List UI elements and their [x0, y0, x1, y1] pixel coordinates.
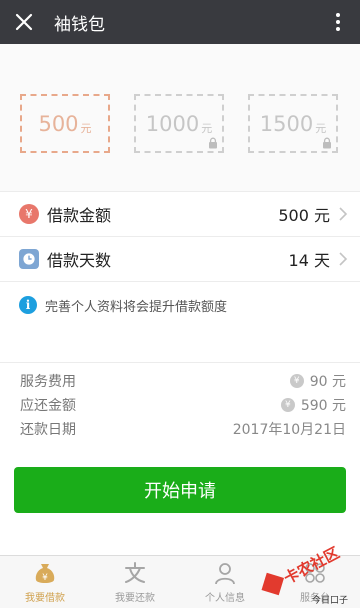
app-bar: 袖钱包	[0, 0, 360, 44]
info-icon: i	[19, 296, 37, 314]
amount-unit: 元	[80, 121, 92, 135]
chevron-right-icon	[339, 252, 348, 266]
bottom-tab-bar: ¥ 我要借款 我要还款 个人信息 服务台	[0, 555, 360, 608]
repay-icon	[125, 562, 145, 583]
tab-borrow[interactable]: ¥ 我要借款	[0, 556, 90, 608]
tab-label: 我要还款	[115, 593, 155, 604]
tip-text: 完善个人资料将会提升借款额度	[45, 299, 228, 315]
yen-icon: ¥	[19, 204, 39, 224]
chevron-right-icon	[339, 207, 348, 221]
tab-repay[interactable]: 我要还款	[90, 556, 180, 608]
amount-option-500[interactable]: 500 元	[20, 94, 110, 153]
service-fee-row: 服务费用 ¥ 90 元	[20, 369, 346, 393]
loan-days-value: 14 天	[288, 251, 330, 270]
amount-value: 1500	[259, 111, 314, 136]
watermark-source: 今日口子	[311, 596, 348, 606]
grid-icon	[305, 563, 325, 583]
person-icon	[215, 563, 235, 585]
loan-days-row[interactable]: 借款天数 14 天	[0, 237, 360, 282]
tab-label: 我要借款	[25, 593, 65, 604]
loan-amount-label: 借款金额	[47, 206, 112, 225]
repay-amount-label: 应还金额	[20, 398, 76, 414]
service-fee-value: 90 元	[309, 374, 346, 390]
close-button[interactable]	[12, 10, 36, 34]
amount-unit: 元	[201, 121, 213, 135]
app-title: 袖钱包	[54, 14, 105, 35]
svg-text:¥: ¥	[42, 573, 48, 583]
tab-label: 个人信息	[205, 593, 245, 604]
loan-amount-value: 500 元	[278, 206, 330, 225]
more-vertical-icon	[336, 13, 340, 31]
loan-days-label: 借款天数	[47, 251, 112, 270]
repay-date-value: 2017年10月21日	[232, 422, 346, 438]
clock-icon	[19, 249, 39, 269]
tab-profile[interactable]: 个人信息	[180, 556, 270, 608]
coin-icon: ¥	[289, 374, 304, 388]
amount-option-1000[interactable]: 1000 元	[134, 94, 224, 153]
lock-icon	[209, 137, 217, 149]
lock-icon	[323, 137, 331, 149]
repay-date-row: 还款日期 2017年10月21日	[20, 417, 346, 441]
amount-option-1500[interactable]: 1500 元	[248, 94, 338, 153]
loan-amount-row[interactable]: ¥ 借款金额 500 元	[0, 192, 360, 237]
amount-unit: 元	[315, 121, 327, 135]
repay-amount-value: 590 元	[300, 398, 346, 414]
start-apply-button[interactable]: 开始申请	[14, 467, 346, 513]
repay-amount-row: 应还金额 ¥ 590 元	[20, 393, 346, 417]
money-bag-icon: ¥	[35, 564, 55, 583]
amount-value: 500	[38, 111, 79, 136]
amount-value: 1000	[145, 111, 200, 136]
divider	[0, 328, 360, 363]
coin-icon: ¥	[280, 398, 295, 412]
profile-tip: i 完善个人资料将会提升借款额度	[0, 282, 360, 328]
amount-selector: 500 元 1000 元 1500 元	[0, 44, 360, 192]
service-fee-label: 服务费用	[20, 374, 76, 390]
repayment-summary: 服务费用 ¥ 90 元 应还金额 ¥ 590 元 还款日期 2017年10月21…	[0, 363, 360, 441]
close-icon	[15, 13, 33, 31]
repay-date-label: 还款日期	[20, 422, 76, 438]
more-button[interactable]	[328, 10, 348, 34]
